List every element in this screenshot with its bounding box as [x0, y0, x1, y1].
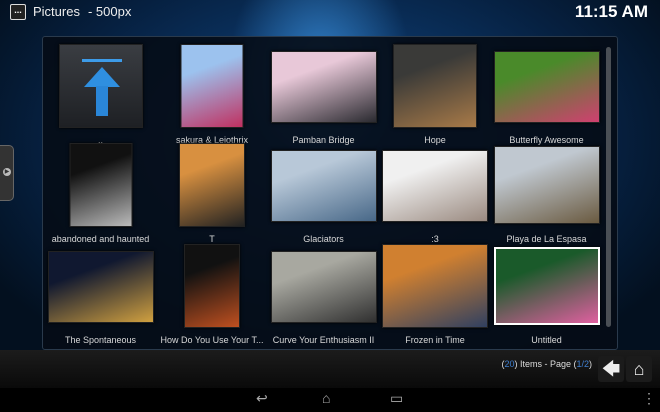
thumbnail-label: :3 [431, 234, 439, 244]
thumbnail-item[interactable]: .. [45, 44, 156, 145]
thumbnail-label: How Do You Use Your T... [160, 335, 264, 345]
thumbnail-item[interactable]: Pamban Bridge [268, 44, 379, 145]
thumbnail-label: Glaciators [303, 234, 344, 244]
up-arrow-icon [83, 67, 120, 87]
android-nav-bar: ↩ ⌂ ▭ ⋮ [0, 388, 660, 412]
nav-recents-icon[interactable]: ▭ [390, 390, 403, 407]
thumbnail-image [180, 44, 244, 128]
thumbnail-label: Untitled [531, 335, 562, 345]
thumbnail-item[interactable]: Hope [380, 44, 491, 145]
thumbnail-item[interactable]: T [157, 143, 268, 244]
thumbnail-item[interactable]: Curve Your Enthusiasm II [268, 244, 379, 345]
item-count: 20 [504, 359, 515, 369]
thumbnail-label: Playa de La Espasa [506, 234, 587, 244]
thumbnail-item[interactable]: :3 [380, 143, 491, 244]
thumbnail-image [382, 244, 488, 328]
thumbnail-image [393, 44, 477, 128]
items-text: ) Items - Page ( [514, 359, 577, 369]
chevron-right-icon: ▶ [3, 168, 11, 176]
thumbnail-label: T [209, 234, 215, 244]
parent-folder-icon [58, 44, 143, 128]
side-menu-tab[interactable]: ▶ [0, 145, 14, 201]
title-text: Pictures [33, 4, 80, 19]
thumbnail-item[interactable]: The Spontaneous [45, 244, 156, 345]
nav-menu-icon[interactable]: ⋮ [642, 390, 656, 407]
thumbnail-image [69, 143, 132, 227]
thumbnail-item[interactable]: Playa de La Espasa [491, 143, 602, 244]
thumbnail-image [382, 150, 488, 222]
thumbnail-item[interactable]: Untitled [491, 244, 602, 345]
menu-icon[interactable]: ... [10, 4, 26, 20]
thumbnail-image [493, 146, 600, 224]
header: ... Pictures - 500px 11:15 AM [0, 0, 660, 26]
thumbnail-label: abandoned and haunted [51, 234, 150, 244]
thumbnail-label: The Spontaneous [64, 335, 137, 345]
thumbnail-image [179, 143, 245, 227]
thumbnail-image [184, 244, 240, 328]
thumbnail-label: Curve Your Enthusiasm II [272, 335, 375, 345]
thumbnail-image [270, 51, 377, 123]
thumbnail-image [270, 150, 377, 222]
thumbnail-image [493, 247, 600, 325]
thumbnail-image [47, 251, 154, 323]
back-button[interactable]: 🡄 [598, 356, 624, 382]
thumbnail-item[interactable]: sakura & Leiothrix [157, 44, 268, 145]
clock: 11:15 AM [574, 2, 648, 21]
thumbnail-image [270, 251, 377, 323]
thumbnail-item[interactable]: How Do You Use Your T... [157, 244, 268, 345]
bottom-bar [0, 350, 660, 388]
paren: ) [589, 359, 592, 369]
thumbnail-item[interactable]: abandoned and haunted [45, 143, 156, 244]
thumbnail-item[interactable]: Glaciators [268, 143, 379, 244]
thumbnail-image [493, 51, 600, 123]
up-arrow-stem [95, 86, 108, 116]
thumbnail-item[interactable]: Butterfly Awesome [491, 44, 602, 145]
up-bar [81, 59, 122, 62]
nav-home-icon[interactable]: ⌂ [322, 390, 330, 406]
nav-back-icon[interactable]: ↩ [256, 390, 268, 407]
thumbnail-item[interactable]: Frozen in Time [380, 244, 491, 345]
home-button[interactable]: ⌂ [626, 356, 652, 382]
page-number: 1/2 [576, 359, 589, 369]
scrollbar[interactable] [606, 47, 611, 327]
item-page-status: (20) Items - Page (1/2) [501, 359, 592, 369]
subtitle-text: - 500px [87, 4, 132, 19]
thumbnail-label: Frozen in Time [405, 335, 465, 345]
page-title: Pictures - 500px [33, 4, 131, 19]
